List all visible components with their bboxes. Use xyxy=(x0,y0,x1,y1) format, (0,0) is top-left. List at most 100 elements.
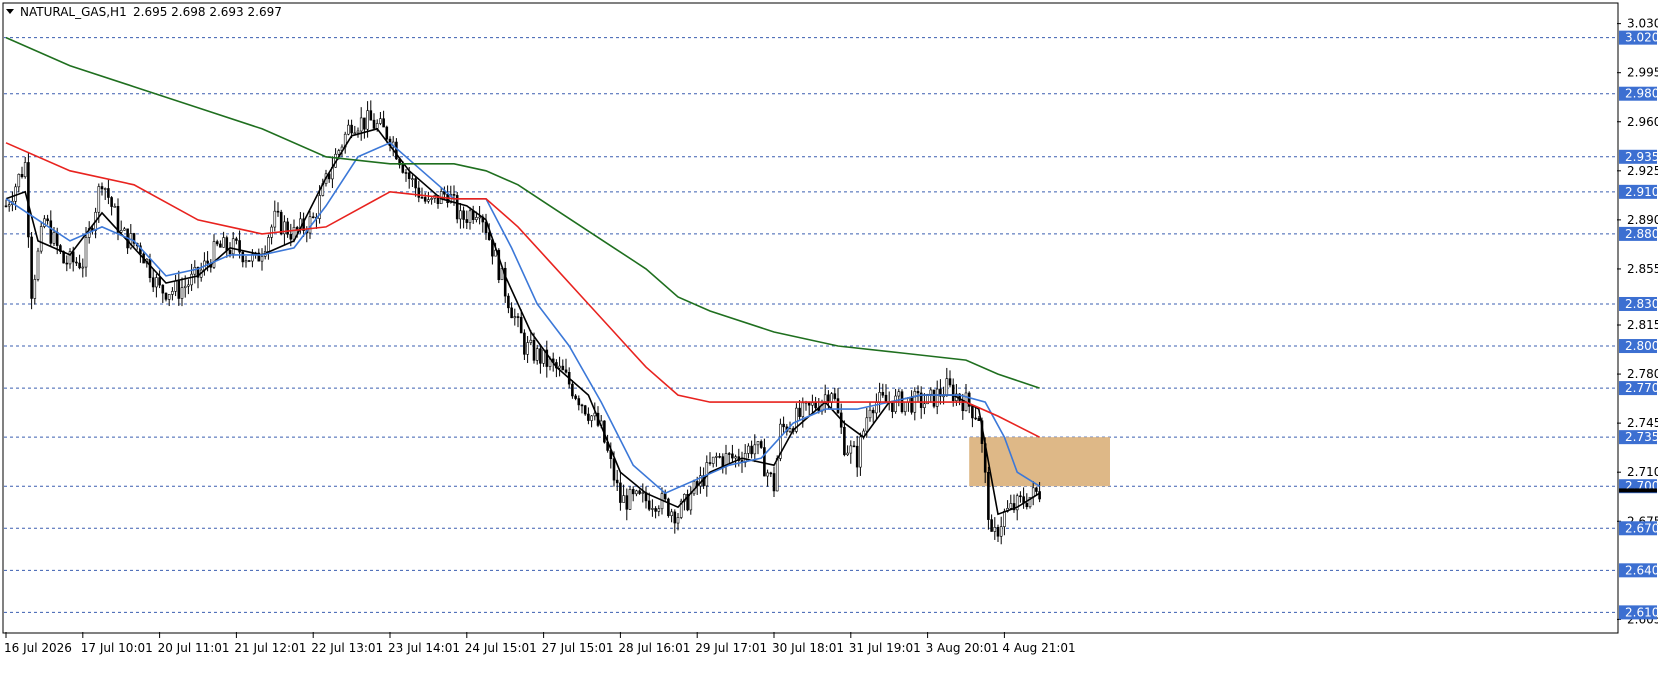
candle-body xyxy=(462,210,465,220)
candle-body xyxy=(411,178,414,180)
candle-body xyxy=(814,402,817,409)
candle-body xyxy=(871,409,875,414)
candle-body xyxy=(215,241,219,245)
candle-body xyxy=(881,392,885,396)
candle-body xyxy=(763,447,766,477)
candle-body xyxy=(292,227,296,240)
candle-body xyxy=(206,260,209,264)
candle-body xyxy=(769,472,773,475)
level-price-label: 2.735 xyxy=(1625,430,1658,444)
price-chart[interactable]: 3.030 2.995 2.960 2.925 2.890 2.855 2.815 2.780… xyxy=(0,0,1658,684)
y-tick-label: 2.995 xyxy=(1627,66,1658,80)
x-tick-label: 3 Aug 20:01 xyxy=(926,641,999,655)
candle-body xyxy=(590,415,593,421)
candle-body xyxy=(363,117,366,130)
candle-body xyxy=(651,508,654,510)
level-price-label: 2.610 xyxy=(1625,605,1658,619)
candle-body xyxy=(987,471,990,520)
candle-body xyxy=(564,369,568,373)
candle-body xyxy=(30,236,33,299)
x-tick-label: 30 Jul 18:01 xyxy=(772,641,844,655)
candle-body xyxy=(366,110,369,130)
candle-body xyxy=(766,472,769,477)
candle-body xyxy=(971,406,974,419)
x-tick-label: 23 Jul 14:01 xyxy=(388,641,460,655)
symbol-label: NATURAL_GAS,H1 xyxy=(20,5,127,19)
candle-body xyxy=(353,132,357,135)
candle-body xyxy=(622,495,625,503)
candle-body xyxy=(615,479,619,484)
candle-body xyxy=(1003,511,1006,527)
candle-body xyxy=(475,217,478,220)
candle-body xyxy=(78,262,81,269)
candle-body xyxy=(529,339,533,343)
candle-body xyxy=(407,172,411,180)
candle-body xyxy=(382,118,385,128)
candle-body xyxy=(244,260,248,263)
candle-body xyxy=(561,365,565,371)
candle-body xyxy=(667,498,670,516)
candle-body xyxy=(897,391,901,397)
candle-body xyxy=(241,251,245,263)
candle-body xyxy=(465,219,469,223)
candle-body xyxy=(385,126,389,140)
candle-body xyxy=(155,277,158,288)
candle-body xyxy=(942,395,945,398)
candle-body xyxy=(452,194,456,196)
level-price-label: 3.020 xyxy=(1625,31,1658,45)
candle-body xyxy=(71,251,75,263)
x-tick-label: 16 Jul 2026 xyxy=(4,641,72,655)
candle-body xyxy=(1025,502,1029,508)
candle-body xyxy=(747,445,750,454)
candle-body xyxy=(273,210,277,228)
candle-body xyxy=(731,453,734,459)
candle-body xyxy=(638,490,641,494)
candle-body xyxy=(4,205,8,208)
candle-body xyxy=(948,378,952,386)
candle-body xyxy=(110,197,113,207)
candle-body xyxy=(977,418,981,422)
candle-body xyxy=(510,307,513,319)
candle-body xyxy=(414,178,417,189)
candle-body xyxy=(692,481,696,495)
candle-body xyxy=(558,365,561,369)
y-tick-label: 2.960 xyxy=(1627,115,1658,129)
candle-body xyxy=(830,393,833,403)
candle-body xyxy=(993,527,997,532)
candle-body xyxy=(571,383,574,397)
candle-body xyxy=(1038,491,1041,500)
candle-body xyxy=(715,456,718,458)
y-tick-label: 2.855 xyxy=(1627,262,1658,276)
candle-body xyxy=(849,445,853,454)
candle-body xyxy=(513,316,517,319)
candle-body xyxy=(222,237,225,248)
candle-body xyxy=(532,339,536,361)
candle-body xyxy=(113,206,117,208)
candle-body xyxy=(103,188,107,190)
candle-body xyxy=(158,277,161,286)
candle-body xyxy=(865,417,869,432)
y-tick-label: 2.925 xyxy=(1627,164,1658,178)
candle-body xyxy=(519,316,523,334)
candle-body xyxy=(487,232,491,241)
candle-body xyxy=(369,110,373,121)
candle-body xyxy=(225,237,229,251)
x-tick-label: 28 Jul 16:01 xyxy=(618,641,690,655)
candle-body xyxy=(289,233,293,240)
x-tick-label: 20 Jul 11:01 xyxy=(158,641,230,655)
candle-body xyxy=(587,413,590,421)
candle-body xyxy=(583,405,587,415)
candle-body xyxy=(798,407,801,417)
candle-body xyxy=(507,295,510,309)
level-price-label: 2.880 xyxy=(1625,227,1658,241)
candle-body xyxy=(23,162,27,178)
candle-body xyxy=(670,511,673,516)
candle-body xyxy=(654,508,657,512)
candle-body xyxy=(996,527,1000,537)
candle-body xyxy=(247,260,251,262)
candle-body xyxy=(177,280,181,299)
candle-body xyxy=(945,378,949,397)
candle-body xyxy=(673,511,677,524)
candle-body xyxy=(574,395,577,399)
candle-body xyxy=(916,391,920,394)
